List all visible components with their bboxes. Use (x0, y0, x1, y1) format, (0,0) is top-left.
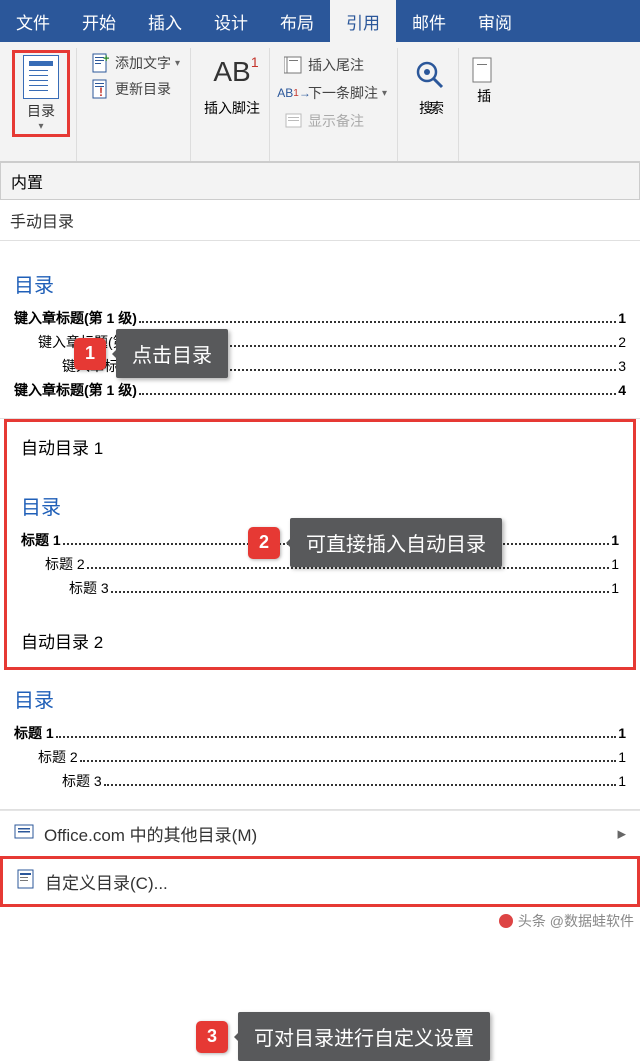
toc-icon (23, 55, 59, 99)
custom-toc-icon (17, 869, 35, 894)
svg-text:+: + (103, 53, 109, 65)
toc-line: 键入章标题(第 1 级)4 (14, 380, 626, 400)
svg-text:!: ! (99, 85, 103, 99)
show-notes-button: 显示备注 (280, 108, 391, 134)
endnote-icon (284, 55, 304, 75)
toc-line: 标题 31 (21, 578, 619, 598)
insert-endnote-label: 插入尾注 (308, 55, 364, 75)
callout-1: 点击目录 (116, 329, 228, 378)
watermark-text: 头条 @数据蛙软件 (518, 911, 634, 931)
tab-layout[interactable]: 布局 (264, 0, 330, 42)
office-more-label: Office.com 中的其他目录(M) (44, 821, 257, 846)
toc-line: 标题 21 (14, 747, 626, 767)
chevron-down-icon: ▾ (38, 121, 43, 132)
callout-3: 可对目录进行自定义设置 (238, 1012, 490, 1061)
ribbon-bar: 目录 ▾ + 添加文字 ▾ ! 更新目录 AB1 插入脚注 (0, 42, 640, 162)
auto-toc-2-preview[interactable]: 目录 标题 11 标题 21 标题 31 (0, 670, 640, 810)
watermark: 头条 @数据蛙软件 (498, 911, 634, 931)
add-text-button[interactable]: + 添加文字 ▾ (87, 50, 184, 76)
insert-endnote-button[interactable]: 插入尾注 (280, 52, 391, 78)
show-notes-icon (284, 111, 304, 131)
update-toc-icon: ! (91, 79, 111, 99)
add-text-icon: + (91, 53, 111, 73)
dropdown-builtin-header: 内置 (0, 162, 640, 200)
search-icon (415, 60, 445, 90)
search-label: 搜索 (419, 98, 441, 118)
toc-heading: 目录 (21, 491, 619, 520)
badge-3: 3 (196, 1021, 228, 1053)
next-footnote-button[interactable]: AB1→ 下一条脚注 ▾ (280, 80, 391, 106)
chevron-down-icon: ▾ (382, 88, 387, 99)
office-icon (14, 822, 34, 845)
annotation-2: 2 可直接插入自动目录 (248, 518, 502, 567)
ribbon-tabs: 文件 开始 插入 设计 布局 引用 邮件 审阅 (0, 0, 640, 42)
tab-mailings[interactable]: 邮件 (396, 0, 462, 42)
chevron-down-icon: ▾ (175, 58, 180, 69)
insert-partial-button[interactable]: 插 (469, 50, 499, 106)
chevron-right-icon: ▸ (617, 824, 626, 844)
toc-dropdown: 内置 手动目录 目录 键入章标题(第 1 级)1键入章标题(第 2 级)2键入章… (0, 162, 640, 907)
update-toc-button[interactable]: ! 更新目录 (87, 76, 175, 102)
badge-2: 2 (248, 527, 280, 559)
update-toc-label: 更新目录 (115, 79, 171, 99)
tab-file[interactable]: 文件 (0, 0, 66, 42)
custom-toc-label: 自定义目录(C)... (45, 869, 168, 894)
next-footnote-icon: AB1→ (284, 83, 304, 103)
toc-label: 目录 (27, 101, 55, 121)
search-button[interactable]: 搜索 (408, 50, 452, 118)
auto-toc-2-option[interactable]: 自动目录 2 (7, 616, 633, 667)
tab-references[interactable]: 引用 (330, 0, 396, 42)
builtin-label: 内置 (11, 169, 43, 193)
show-notes-label: 显示备注 (308, 111, 364, 131)
toc-line: 标题 31 (14, 771, 626, 791)
tab-design[interactable]: 设计 (198, 0, 264, 42)
auto-toc-1-option[interactable]: 自动目录 1 (7, 422, 633, 463)
insert-footnote-label: 插入脚注 (204, 98, 260, 118)
toc-line: 标题 11 (14, 723, 626, 743)
add-text-label: 添加文字 (115, 53, 171, 73)
badge-1: 1 (74, 338, 106, 370)
toc-button-highlight: 目录 ▾ (12, 50, 70, 137)
annotation-1: 1 点击目录 (74, 329, 228, 378)
toc-heading: 目录 (14, 269, 626, 298)
tab-insert[interactable]: 插入 (132, 0, 198, 42)
toc-button[interactable]: 目录 ▾ (17, 55, 65, 132)
insert-partial-label: 插 (477, 86, 491, 106)
annotation-3: 3 可对目录进行自定义设置 (196, 1012, 490, 1061)
insert-footnote-button[interactable]: AB1 插入脚注 (201, 50, 263, 118)
toc-line: 键入章标题(第 1 级)1 (14, 308, 626, 328)
office-more-toc[interactable]: Office.com 中的其他目录(M) ▸ (0, 810, 640, 856)
callout-2: 可直接插入自动目录 (290, 518, 502, 567)
footnote-icon: AB1 (213, 56, 250, 88)
next-footnote-label: 下一条脚注 (308, 83, 378, 103)
custom-toc[interactable]: 自定义目录(C)... (0, 856, 640, 907)
tab-review[interactable]: 审阅 (462, 0, 528, 42)
manual-toc-option[interactable]: 手动目录 (0, 200, 640, 241)
toc-heading: 目录 (14, 684, 626, 713)
tab-home[interactable]: 开始 (66, 0, 132, 42)
citation-icon (471, 56, 497, 86)
